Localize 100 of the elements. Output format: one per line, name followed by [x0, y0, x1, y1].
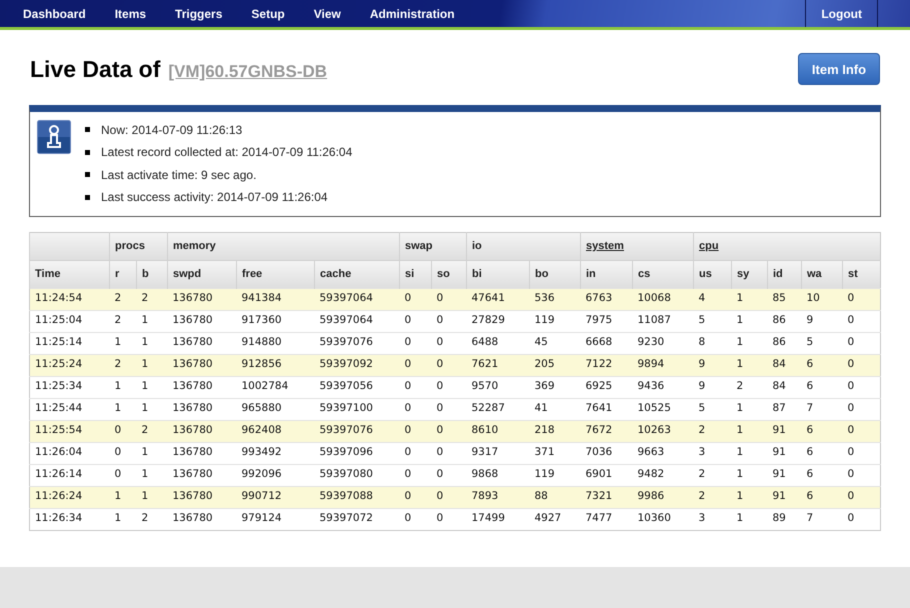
table-cell: 6925 — [586, 380, 612, 392]
table-cell: 52287 — [472, 402, 505, 414]
table-cell: 91 — [772, 490, 786, 502]
table-cell: 7893 — [472, 490, 498, 502]
table-cell: 0 — [404, 336, 412, 348]
table-cell: 7672 — [586, 424, 612, 436]
table-cell: 11:25:14 — [35, 336, 82, 348]
table-cell: 1 — [142, 336, 148, 348]
table-cell: 11:25:44 — [35, 402, 82, 414]
column-header: cache — [320, 268, 352, 280]
table-cell: 0 — [404, 314, 412, 326]
table-cell: 0 — [436, 358, 444, 370]
table-cell: 0 — [848, 336, 854, 348]
table-cell: 5 — [806, 336, 814, 348]
table-cell: 0 — [436, 446, 444, 458]
table-cell: 59397072 — [320, 512, 373, 524]
table-cell: 136780 — [172, 292, 213, 304]
nav-link[interactable]: Items — [114, 4, 146, 22]
table-cell: 0 — [436, 468, 444, 480]
table-cell: 59397064 — [320, 314, 373, 326]
table-cell: 11:26:14 — [35, 468, 82, 480]
table-cell: 917360 — [242, 314, 282, 326]
table-cell: 0 — [404, 380, 412, 392]
table-cell: 6 — [806, 468, 814, 480]
column-header: us — [699, 268, 712, 280]
table-cell: 6 — [806, 446, 814, 458]
table-cell: 1 — [736, 358, 744, 370]
table-cell: 59397064 — [320, 292, 373, 304]
table-cell: 91 — [772, 468, 786, 480]
column-header: in — [586, 268, 596, 280]
table-cell: 59397056 — [320, 380, 373, 392]
logout-link[interactable]: Logout — [805, 0, 878, 27]
table-cell: 84 — [772, 358, 786, 370]
table-cell: 1 — [142, 402, 148, 414]
table-cell: 6763 — [586, 292, 612, 304]
table-cell: 9482 — [638, 468, 664, 480]
table-cell: 2 — [142, 512, 148, 524]
table-cell: 10 — [806, 292, 820, 304]
table-cell: 0 — [404, 512, 412, 524]
nav-link[interactable]: Setup — [251, 4, 285, 22]
table-cell: 10360 — [638, 512, 671, 524]
table-cell: 86 — [772, 314, 786, 326]
table-cell: 1 — [142, 380, 148, 392]
table-cell: 1 — [736, 490, 744, 502]
nav-link[interactable]: Dashboard — [23, 4, 86, 22]
info-text: Last success activity: 2014-07-09 11:26:04 — [101, 189, 328, 206]
table-cell: 6668 — [586, 336, 612, 348]
table-cell: 0 — [404, 468, 412, 480]
bullet-icon — [85, 172, 90, 178]
table-cell: 11:25:34 — [35, 380, 82, 392]
table-cell: 85 — [772, 292, 786, 304]
table-cell: 993492 — [242, 446, 282, 458]
table-cell: 992096 — [242, 468, 282, 480]
table-cell: 11087 — [638, 314, 671, 326]
table-cell: 2 — [114, 314, 122, 326]
table-cell: 0 — [848, 424, 854, 436]
table-cell: 9 — [806, 314, 814, 326]
table-cell: 1002784 — [242, 380, 288, 392]
table-cell: 2 — [114, 292, 122, 304]
table-cell: 0 — [436, 380, 444, 392]
table-cell: 371 — [534, 446, 555, 458]
info-icon — [37, 120, 71, 154]
table-cell: 205 — [534, 358, 555, 370]
table-cell: 10525 — [638, 402, 671, 414]
table-cell: 0 — [436, 512, 444, 524]
table-cell: 1 — [142, 490, 148, 502]
column-header: bi — [472, 268, 482, 280]
table-cell: 41 — [534, 402, 548, 414]
table-cell: 9230 — [638, 336, 664, 348]
nav-link[interactable]: Triggers — [175, 4, 222, 22]
info-text: Now: 2014-07-09 11:26:13 — [101, 122, 242, 139]
column-header: sy — [737, 268, 750, 280]
table-cell: 979124 — [242, 512, 282, 524]
table-cell: 88 — [534, 490, 548, 502]
page-title: Live Data of — [30, 55, 160, 84]
nav-link[interactable]: View — [314, 4, 341, 22]
table-cell: 11:26:04 — [35, 446, 82, 458]
table-cell: 136780 — [172, 512, 213, 524]
table-cell: 136780 — [172, 424, 213, 436]
table-cell: 8610 — [472, 424, 498, 436]
table-cell: 0 — [114, 468, 122, 480]
table-cell: 0 — [848, 512, 854, 524]
table-cell: 4 — [698, 292, 706, 304]
nav-link[interactable]: Administration — [370, 4, 455, 22]
table-cell: 4927 — [534, 512, 562, 524]
table-cell: 9317 — [472, 446, 498, 458]
table-cell: 218 — [534, 424, 555, 436]
table-cell: 0 — [436, 402, 444, 414]
table-cell: 6488 — [472, 336, 498, 348]
table-cell: 3 — [698, 512, 706, 524]
column-header: wa — [807, 268, 822, 280]
table-cell: 9570 — [472, 380, 498, 392]
table-cell: 1 — [736, 292, 744, 304]
table-cell: 1 — [114, 380, 122, 392]
table-cell: 59397092 — [320, 358, 373, 370]
table-cell: 7321 — [586, 490, 612, 502]
item-info-button[interactable]: Item Info — [798, 53, 880, 86]
group-header-link[interactable]: cpu — [699, 240, 719, 252]
group-header-link[interactable]: system — [586, 240, 624, 252]
table-cell: 0 — [848, 490, 854, 502]
